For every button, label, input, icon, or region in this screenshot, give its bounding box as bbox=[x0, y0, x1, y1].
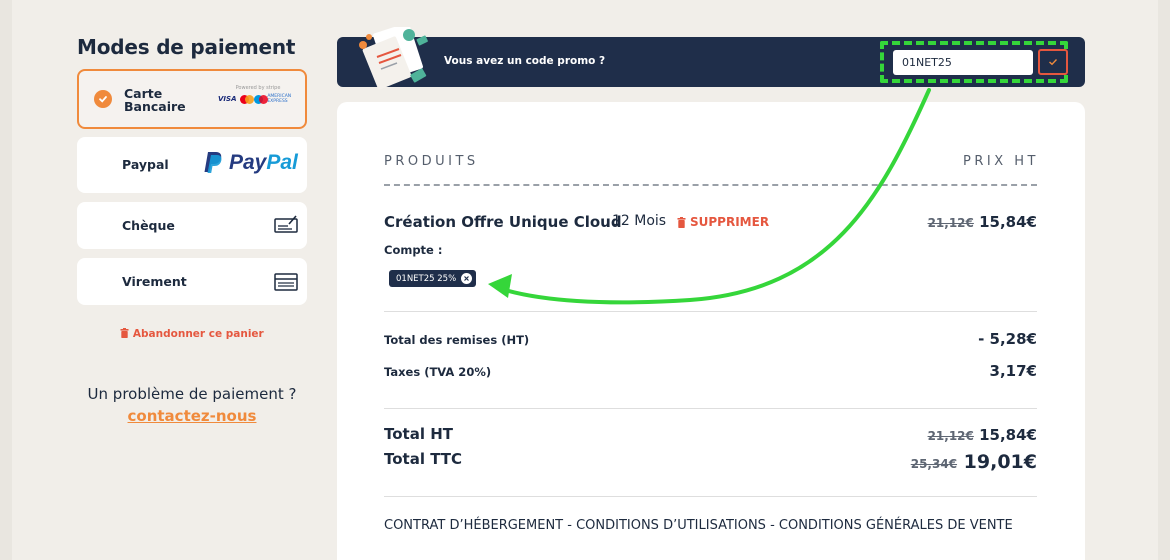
product-name: Création Offre Unique Cloud bbox=[384, 213, 622, 231]
trash-icon bbox=[120, 328, 129, 338]
total-ht-price: 21,12€ 15,84€ bbox=[928, 426, 1037, 444]
taxes-value: 3,17€ bbox=[989, 362, 1037, 380]
divider bbox=[384, 496, 1037, 497]
maestro-logo bbox=[253, 94, 268, 104]
payment-option-label: Paypal bbox=[122, 157, 169, 172]
promo-question: Vous avez un code promo ? bbox=[444, 55, 606, 67]
divider bbox=[384, 184, 1037, 186]
paypal-p-icon bbox=[204, 152, 222, 173]
bank-transfer-icon bbox=[274, 273, 298, 291]
total-ht-label: Total HT bbox=[384, 425, 453, 443]
visa-logo: VISA bbox=[218, 95, 237, 103]
old-price: 21,12€ bbox=[927, 429, 974, 443]
current-price: 15,84€ bbox=[979, 426, 1037, 444]
current-price: 19,01€ bbox=[963, 451, 1037, 473]
current-price: 15,84€ bbox=[979, 213, 1037, 231]
contact-us-link[interactable]: contactez-nous bbox=[128, 407, 257, 425]
promo-illustration bbox=[359, 27, 428, 90]
payment-methods-title: Modes de paiement bbox=[77, 35, 296, 59]
payment-option-paypal[interactable]: Paypal PayPal bbox=[77, 137, 307, 193]
remove-product-button[interactable]: SUPPRIMER bbox=[677, 215, 769, 229]
column-products: PRODUITS bbox=[384, 154, 479, 169]
discounts-label: Total des remises (HT) bbox=[384, 333, 530, 347]
paypal-logo: PayPal bbox=[203, 151, 298, 175]
divider bbox=[384, 311, 1037, 312]
stripe-logo: Powered by stripe bbox=[235, 85, 281, 91]
cheque-icon bbox=[274, 215, 298, 233]
abandon-cart-link[interactable]: Abandonner ce panier bbox=[77, 328, 307, 340]
card-brand-logos: Powered by stripe VISA AMERICAN EXPRESS bbox=[218, 85, 298, 104]
payment-option-card[interactable]: Carte Bancaire Powered by stripe VISA AM… bbox=[77, 69, 307, 129]
account-label: Compte : bbox=[384, 243, 443, 257]
apply-promo-button[interactable] bbox=[1038, 49, 1068, 75]
taxes-label: Taxes (TVA 20%) bbox=[384, 365, 492, 379]
payment-option-label: Chèque bbox=[122, 218, 175, 233]
discounts-value: - 5,28€ bbox=[978, 330, 1037, 348]
total-ttc-label: Total TTC bbox=[384, 450, 463, 468]
payment-option-label: Carte Bancaire bbox=[124, 86, 186, 114]
check-icon bbox=[94, 90, 112, 108]
applied-promo-code: 01NET25 25% bbox=[396, 273, 457, 284]
promo-code-input[interactable] bbox=[893, 50, 1033, 75]
total-ttc-price: 25,34€ 19,01€ bbox=[911, 451, 1037, 473]
trash-icon bbox=[677, 216, 686, 228]
old-price: 25,34€ bbox=[910, 457, 958, 471]
mastercard-logo bbox=[240, 94, 255, 104]
check-icon bbox=[1049, 59, 1058, 66]
payment-option-cheque[interactable]: Chèque bbox=[77, 202, 307, 249]
order-summary: PRODUITS PRIX HT Création Offre Unique C… bbox=[337, 102, 1085, 560]
remove-promo-icon[interactable] bbox=[461, 273, 473, 284]
amex-logo: AMERICAN EXPRESS bbox=[267, 94, 292, 104]
applied-promo-badge: 01NET25 25% bbox=[389, 270, 477, 287]
payment-help: Un problème de paiement ? contactez-nous bbox=[87, 385, 297, 425]
legal-terms-links[interactable]: CONTRAT D’HÉBERGEMENT - CONDITIONS D’UTI… bbox=[384, 516, 1044, 535]
product-duration: 12 Mois bbox=[612, 213, 667, 229]
payment-option-label: Virement bbox=[122, 274, 187, 289]
column-price: PRIX HT bbox=[963, 154, 1039, 169]
old-price: 21,12€ bbox=[927, 216, 974, 230]
promo-code-bar: Vous avez un code promo ? bbox=[337, 27, 1085, 90]
product-price: 21,12€ 15,84€ bbox=[928, 213, 1037, 231]
divider bbox=[384, 408, 1037, 409]
payment-option-transfer[interactable]: Virement bbox=[77, 258, 307, 305]
